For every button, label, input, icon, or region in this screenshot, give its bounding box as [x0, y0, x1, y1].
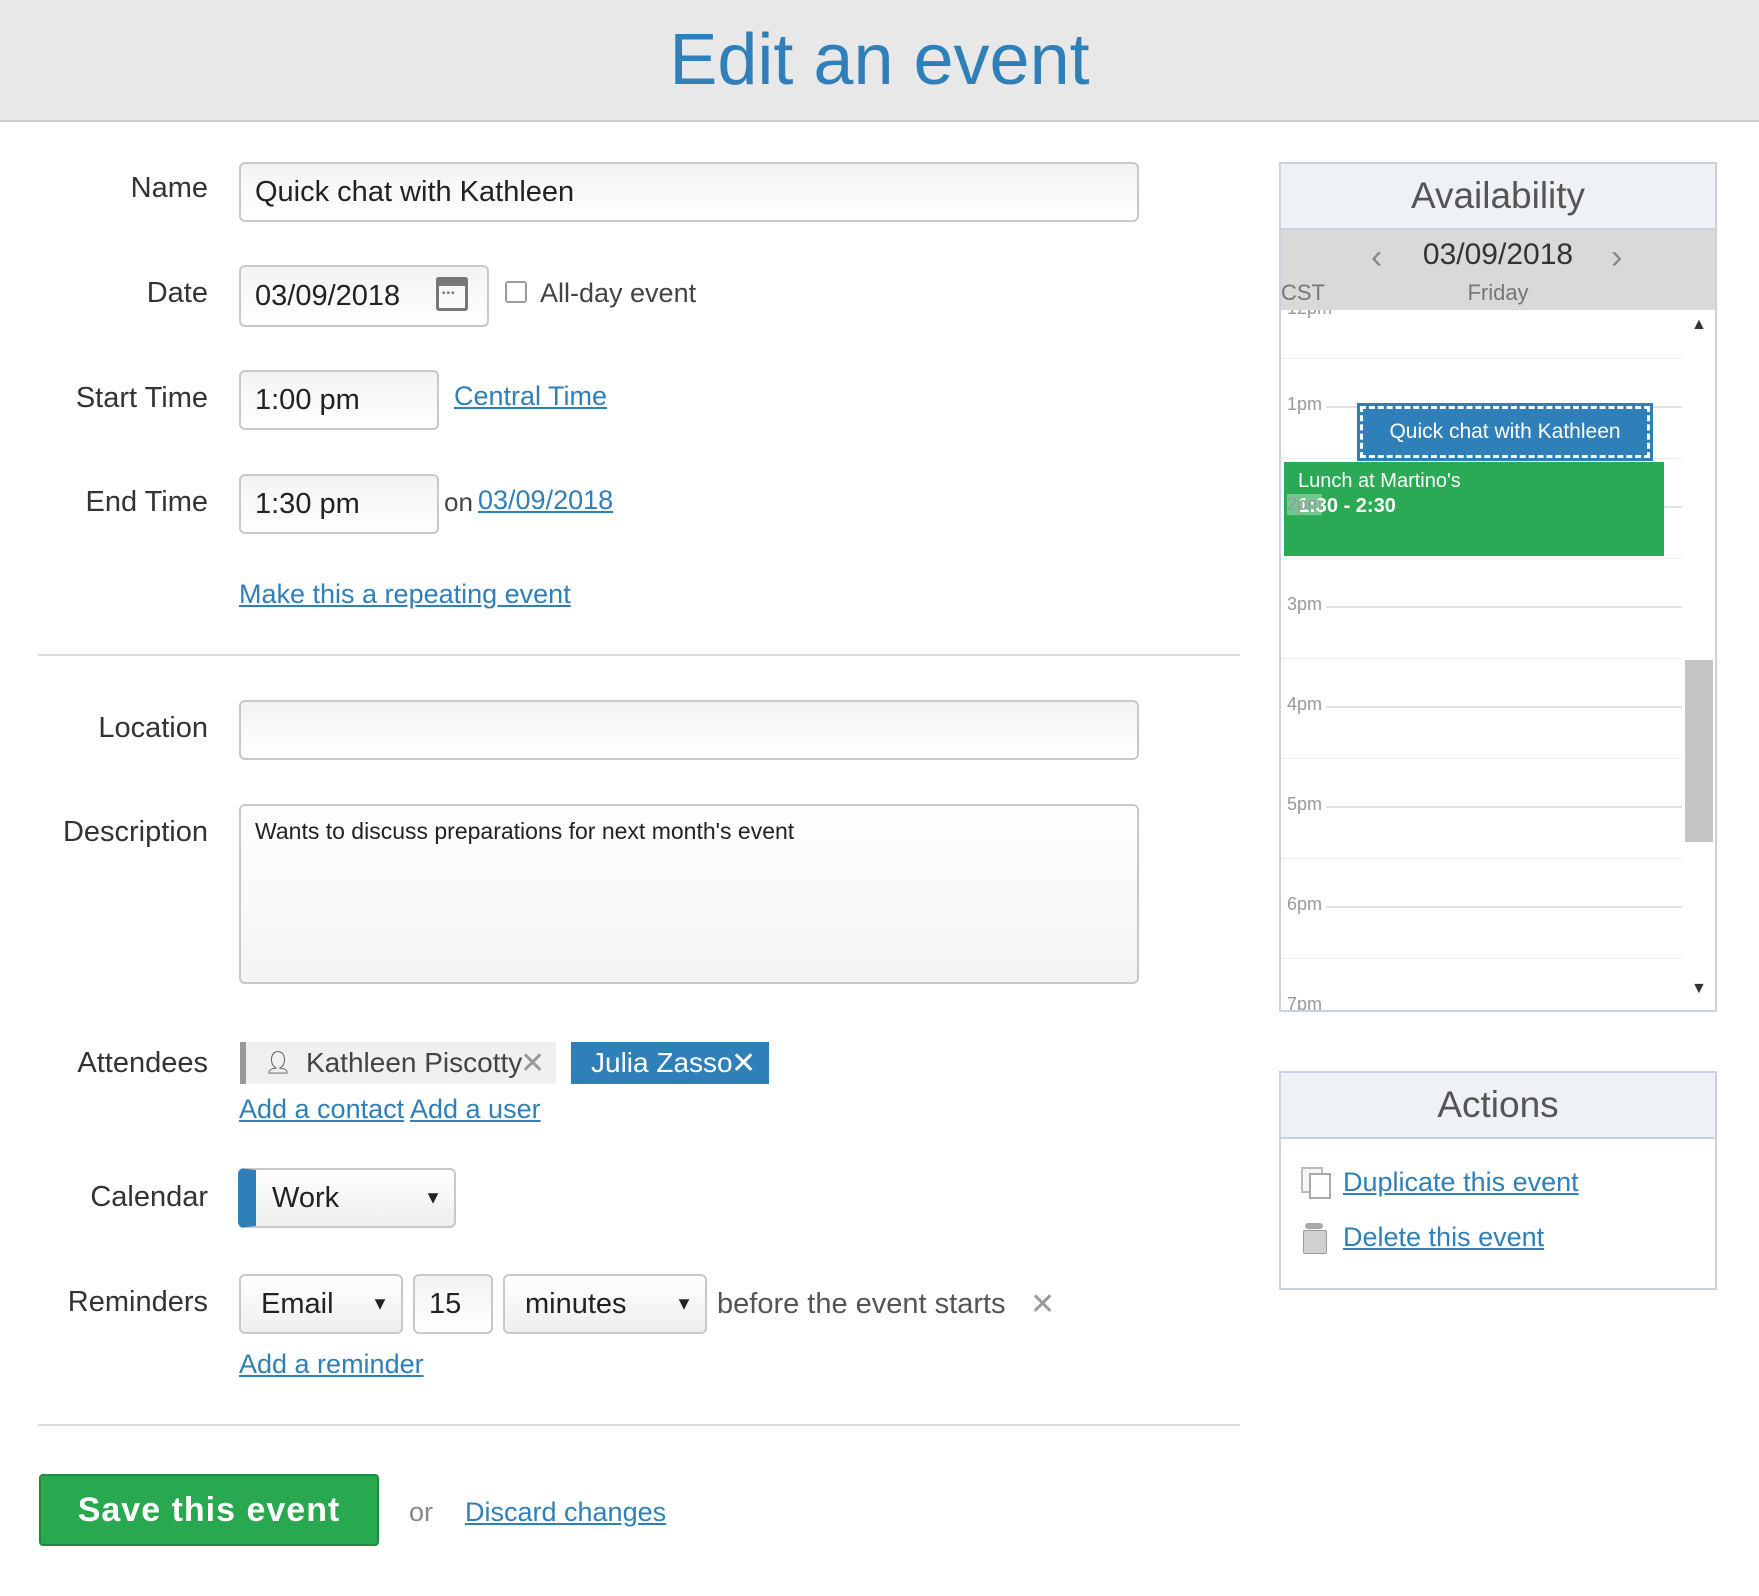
- hour-label: 12pm: [1287, 310, 1332, 319]
- save-button[interactable]: Save this event: [39, 1474, 379, 1546]
- or-text: or: [409, 1497, 434, 1527]
- discard-link[interactable]: Discard changes: [465, 1497, 666, 1528]
- location-input[interactable]: [239, 700, 1139, 760]
- calendar-value: Work: [272, 1181, 340, 1214]
- end-time-input[interactable]: 1:30 pm: [239, 474, 439, 534]
- page-title: Edit an event: [669, 20, 1090, 100]
- reminder-amount-input[interactable]: 15: [413, 1274, 493, 1334]
- person-icon: 👤︎: [264, 1050, 292, 1075]
- start-time-input[interactable]: 1:00 pm: [239, 370, 439, 430]
- date-value: 03/09/2018: [255, 279, 401, 312]
- calendar-icon[interactable]: [436, 277, 468, 311]
- schedule-grid[interactable]: 12pm 1pm 3pm 4pm 5pm 6pm 7pm Quick chat …: [1281, 310, 1715, 1010]
- end-on-text: on: [444, 487, 473, 517]
- reminders-label: Reminders: [67, 1286, 208, 1318]
- remove-attendee-icon[interactable]: ✕: [520, 1046, 545, 1081]
- half-hour-line: [1281, 658, 1682, 659]
- scroll-thumb[interactable]: [1685, 660, 1713, 842]
- actions-panel: Actions Duplicate this event Delete this…: [1279, 1071, 1717, 1290]
- attendee-chip-user: Julia Zasso ✕: [571, 1042, 769, 1084]
- hour-line: [1326, 806, 1682, 808]
- schedule-event[interactable]: Lunch at Martino's 1:30 - 2:30: [1284, 462, 1664, 556]
- attendee-name: Kathleen Piscotty: [305, 1047, 523, 1078]
- hour-label: 5pm: [1287, 794, 1323, 814]
- calendar-label: Calendar: [90, 1181, 208, 1213]
- name-input[interactable]: Quick chat with Kathleen: [239, 162, 1139, 222]
- allday-checkbox[interactable]: [505, 281, 527, 303]
- hour-label: 7pm: [1287, 994, 1323, 1010]
- reminder-unit-value: minutes: [525, 1287, 627, 1320]
- half-hour-line: [1281, 858, 1682, 859]
- reminder-method-value: Email: [261, 1287, 334, 1320]
- half-hour-line: [1281, 558, 1682, 559]
- hour-line: [1326, 706, 1682, 708]
- chevron-down-icon: ▼: [371, 1293, 389, 1314]
- reminder-unit-select[interactable]: minutes ▼: [503, 1274, 707, 1334]
- half-hour-line: [1281, 458, 1682, 459]
- scroll-down-icon[interactable]: ▼: [1691, 980, 1707, 998]
- availability-title: Availability: [1281, 164, 1715, 230]
- add-reminder-link[interactable]: Add a reminder: [239, 1349, 424, 1380]
- hour-label: 6pm: [1287, 894, 1323, 914]
- attendee-chip-contact: 👤︎ Kathleen Piscotty ✕: [240, 1042, 556, 1084]
- chevron-down-icon: ▼: [424, 1187, 442, 1208]
- date-label: Date: [146, 277, 208, 309]
- attendees-label: Attendees: [77, 1047, 208, 1079]
- page-header: Edit an event: [0, 0, 1759, 122]
- availability-nav: ‹ 03/09/2018 › CST Friday: [1281, 230, 1715, 310]
- remove-reminder-icon[interactable]: ✕: [1030, 1287, 1055, 1322]
- description-value: Wants to discuss preparations for next m…: [255, 818, 795, 844]
- half-hour-line: [1281, 758, 1682, 759]
- calendar-select[interactable]: Work ▼: [238, 1168, 456, 1228]
- hour-label: 2pm: [1287, 494, 1323, 515]
- event-title: Lunch at Martino's: [1298, 470, 1461, 492]
- hour-label: 1pm: [1287, 394, 1323, 414]
- hour-line: [1326, 906, 1682, 908]
- trash-icon: [1301, 1223, 1329, 1254]
- actions-title: Actions: [1281, 1073, 1715, 1139]
- start-time-label: Start Time: [75, 382, 208, 414]
- schedule-event-current[interactable]: Quick chat with Kathleen: [1357, 403, 1653, 461]
- name-label: Name: [130, 172, 208, 204]
- timezone-link[interactable]: Central Time: [454, 381, 607, 412]
- half-hour-line: [1281, 958, 1682, 959]
- hour-label: 3pm: [1287, 594, 1323, 614]
- end-time-label: End Time: [85, 486, 209, 518]
- delete-link[interactable]: Delete this event: [1343, 1222, 1544, 1253]
- chevron-down-icon: ▼: [675, 1293, 693, 1314]
- chevron-right-icon[interactable]: ›: [1611, 238, 1622, 277]
- availability-panel: Availability ‹ 03/09/2018 › CST Friday 1…: [1279, 162, 1717, 1012]
- attendee-name: Julia Zasso: [591, 1047, 733, 1078]
- location-label: Location: [98, 712, 208, 744]
- allday-label: All-day event: [540, 278, 697, 308]
- remove-attendee-icon[interactable]: ✕: [731, 1046, 756, 1081]
- add-user-link[interactable]: Add a user: [410, 1094, 541, 1125]
- description-textarea[interactable]: Wants to discuss preparations for next m…: [239, 804, 1139, 984]
- reminder-method-select[interactable]: Email ▼: [239, 1274, 403, 1334]
- scroll-up-icon[interactable]: ▲: [1691, 316, 1707, 334]
- repeat-link[interactable]: Make this a repeating event: [239, 579, 571, 610]
- hour-line: [1326, 606, 1682, 608]
- event-time: 1:30 - 2:30: [1298, 495, 1396, 517]
- half-hour-line: [1281, 358, 1682, 359]
- duplicate-icon: [1301, 1167, 1331, 1199]
- divider: [38, 654, 1240, 656]
- availability-date: 03/09/2018: [1422, 238, 1574, 271]
- end-date-link[interactable]: 03/09/2018: [478, 485, 613, 516]
- add-contact-link[interactable]: Add a contact: [239, 1094, 404, 1125]
- divider: [38, 1424, 1240, 1426]
- event-title: Quick chat with Kathleen: [1389, 420, 1621, 443]
- availability-day: Friday: [1467, 280, 1529, 305]
- reminder-suffix: before the event starts: [717, 1288, 1006, 1320]
- description-label: Description: [62, 816, 208, 848]
- hour-label: 4pm: [1287, 694, 1323, 714]
- duplicate-link[interactable]: Duplicate this event: [1343, 1167, 1579, 1198]
